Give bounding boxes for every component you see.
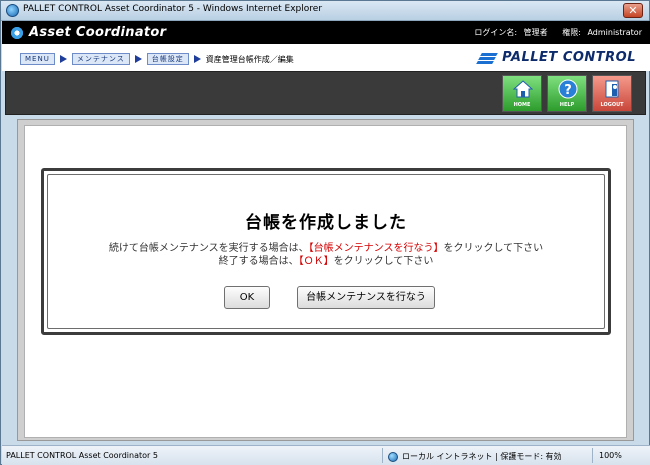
- svg-text:?: ?: [564, 83, 572, 98]
- status-text: PALLET CONTROL Asset Coordinator 5: [6, 451, 158, 460]
- breadcrumb: MENU メンテナンス 台帳設定 資産管理台帳作成／編集: [20, 53, 294, 65]
- help-label: HELP: [559, 102, 575, 108]
- logout-label: LOGOUT: [600, 102, 624, 108]
- dialog-line1-text: 続けて台帳メンテナンスを実行する場合は、: [108, 243, 309, 254]
- status-divider: [592, 448, 593, 463]
- ie-icon: [6, 4, 19, 17]
- window-close-button[interactable]: ✕: [623, 3, 643, 18]
- logo-star-icon: [7, 22, 27, 43]
- dialog-line2-text: 終了する場合は、: [218, 256, 299, 267]
- completion-dialog: 台帳を作成しました 続けて台帳メンテナンスを実行する場合は、【台帳メンテナンスを…: [41, 168, 611, 335]
- ok-button[interactable]: OK: [224, 286, 270, 309]
- logout-icon: [605, 80, 619, 98]
- login-value: 管理者: [523, 28, 548, 37]
- home-icon: [513, 80, 533, 98]
- brand-mark-icon: [476, 52, 499, 64]
- zoom-level[interactable]: 100%: [599, 451, 622, 460]
- dialog-line1-tail: をクリックして下さい: [443, 243, 544, 254]
- dialog-line1-highlight: 【台帳メンテナンスを行なう】: [308, 243, 444, 254]
- dialog-line2-tail: をクリックして下さい: [333, 256, 434, 267]
- home-label: HOME: [513, 102, 531, 108]
- app-logo: Asset Coordinator: [7, 22, 167, 43]
- breadcrumb-menu[interactable]: MENU: [20, 53, 55, 65]
- security-zone[interactable]: ローカル イントラネット | 保護モード: 有効: [388, 451, 562, 462]
- window-title: PALLET CONTROL Asset Coordinator 5 - Win…: [23, 4, 323, 14]
- app-logo-text: Asset Coordinator: [29, 25, 167, 40]
- role-value: Administrator: [587, 28, 642, 37]
- breadcrumb-arrow-icon: [134, 55, 142, 63]
- dialog-message-line1: 続けて台帳メンテナンスを実行する場合は、【台帳メンテナンスを行なう】をクリックし…: [48, 242, 604, 255]
- brand-text: PALLET CONTROL: [502, 50, 636, 65]
- help-button[interactable]: ? HELP: [547, 75, 587, 112]
- dialog-title: 台帳を作成しました: [245, 213, 407, 233]
- dialog-line2-highlight: 【ＯＫ】: [298, 256, 334, 267]
- status-bar: PALLET CONTROL Asset Coordinator 5 ローカル …: [2, 445, 650, 465]
- login-label: ログイン名:: [474, 28, 518, 37]
- toolbar: HOME ? HELP LOGOUT: [5, 71, 646, 115]
- security-zone-text: ローカル イントラネット | 保護モード: 有効: [402, 452, 562, 461]
- browser-window: PALLET CONTROL Asset Coordinator 5 - Win…: [0, 0, 650, 465]
- role-label: 権限:: [562, 28, 581, 37]
- breadcrumb-arrow-icon: [59, 55, 67, 63]
- help-icon: ?: [558, 79, 578, 99]
- brand-logo: PALLET CONTROL: [476, 50, 636, 65]
- app-header: Asset Coordinator ログイン名: 管理者 権限: Adminis…: [2, 21, 650, 44]
- breadcrumb-maintenance[interactable]: メンテナンス: [71, 53, 130, 65]
- breadcrumb-row: MENU メンテナンス 台帳設定 資産管理台帳作成／編集 PALLET CONT…: [2, 44, 650, 71]
- dialog-inner-frame: 台帳を作成しました 続けて台帳メンテナンスを実行する場合は、【台帳メンテナンスを…: [47, 174, 605, 329]
- login-info: ログイン名: 管理者 権限: Administrator: [470, 27, 642, 38]
- ledger-maintenance-button[interactable]: 台帳メンテナンスを行なう: [297, 286, 435, 309]
- window-titlebar: PALLET CONTROL Asset Coordinator 5 - Win…: [1, 1, 649, 21]
- breadcrumb-current: 資産管理台帳作成／編集: [205, 54, 294, 64]
- breadcrumb-ledger-settings[interactable]: 台帳設定: [146, 53, 189, 65]
- breadcrumb-arrow-icon: [193, 55, 201, 63]
- status-divider: [382, 448, 383, 463]
- dialog-message: 続けて台帳メンテナンスを実行する場合は、【台帳メンテナンスを行なう】をクリックし…: [48, 242, 604, 268]
- logout-button[interactable]: LOGOUT: [592, 75, 632, 112]
- home-button[interactable]: HOME: [502, 75, 542, 112]
- globe-icon: [388, 451, 398, 462]
- dialog-message-line2: 終了する場合は、【ＯＫ】をクリックして下さい: [48, 255, 604, 268]
